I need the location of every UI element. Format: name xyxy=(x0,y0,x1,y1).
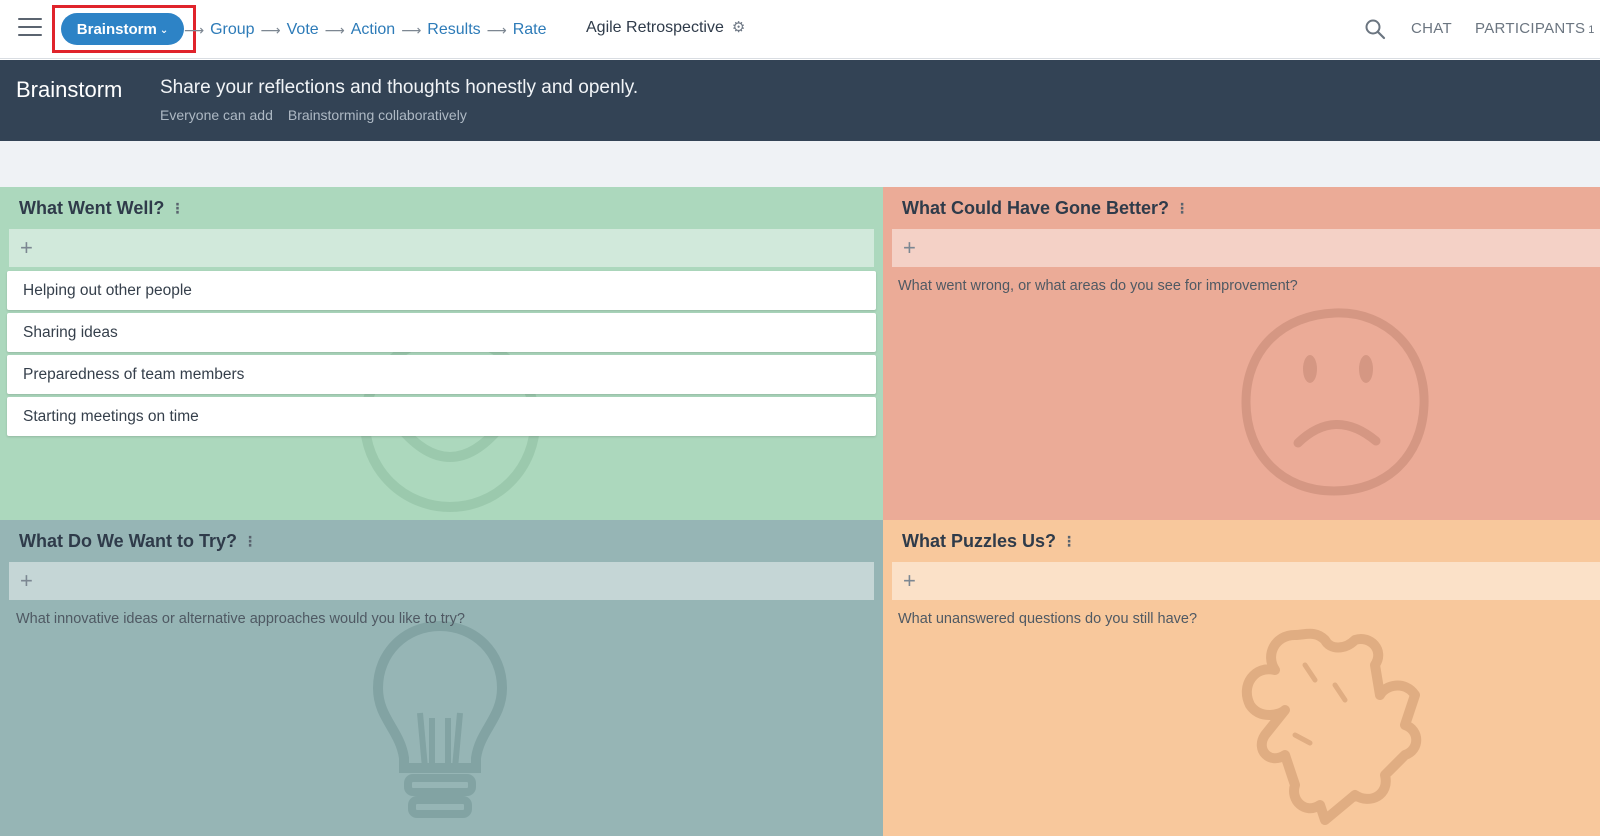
retrospective-title: Agile Retrospective ⚙ xyxy=(586,19,746,37)
sad-face-icon xyxy=(1241,308,1429,496)
chat-button[interactable]: CHAT xyxy=(1411,20,1452,37)
banner-meta-mode: Brainstorming collaboratively xyxy=(287,107,467,123)
arrow-icon: ⟶ xyxy=(260,21,281,38)
phase-banner: Brainstorm Share your reflections and th… xyxy=(0,60,1600,141)
phase-results[interactable]: Results xyxy=(427,21,480,39)
column-prompt: What went wrong, or what areas do you se… xyxy=(898,278,1298,294)
add-item-button[interactable]: + xyxy=(9,229,874,267)
card-item[interactable]: Preparedness of team members xyxy=(7,355,876,394)
phase-action[interactable]: Action xyxy=(351,21,395,39)
column-what-went-well: What Went Well? ⋮ + Helping out other pe… xyxy=(0,187,883,520)
banner-meta: Everyone can add Brainstorming collabora… xyxy=(160,107,467,123)
phase-vote[interactable]: Vote xyxy=(287,21,319,39)
column-prompt: What unanswered questions do you still h… xyxy=(898,611,1198,627)
column-title: What Went Well? ⋮ xyxy=(19,198,184,219)
kebab-menu-icon[interactable]: ⋮ xyxy=(243,533,257,550)
column-title: What Do We Want to Try? ⋮ xyxy=(19,531,257,552)
add-item-button[interactable]: + xyxy=(9,562,874,600)
kebab-menu-icon[interactable]: ⋮ xyxy=(1175,200,1189,217)
plus-icon: + xyxy=(903,568,916,593)
add-item-button[interactable]: + xyxy=(892,562,1600,600)
column-title-text: What Went Well? xyxy=(19,198,165,218)
lightbulb-icon xyxy=(372,620,508,818)
column-prompt: What innovative ideas or alternative app… xyxy=(16,611,465,627)
column-what-puzzles-us: What Puzzles Us? ⋮ + What unanswered que… xyxy=(883,520,1600,836)
arrow-icon: ⟶ xyxy=(324,21,345,38)
column-what-could-have-gone-better: What Could Have Gone Better? ⋮ + What we… xyxy=(883,187,1600,520)
banner-meta-permission: Everyone can add xyxy=(160,107,273,123)
add-item-button[interactable]: + xyxy=(892,229,1600,267)
hamburger-menu-icon[interactable] xyxy=(18,18,42,38)
participants-button[interactable]: PARTICIPANTS 1 xyxy=(1475,20,1595,37)
plus-icon: + xyxy=(20,568,33,593)
phase-stepper: ⟶ Group ⟶ Vote ⟶ Action ⟶ Results ⟶ Rate xyxy=(184,19,547,41)
chevron-down-icon: ⌄ xyxy=(159,24,169,36)
column-title-text: What Do We Want to Try? xyxy=(19,531,237,551)
puzzle-piece-icon xyxy=(1241,628,1422,825)
gear-icon[interactable]: ⚙ xyxy=(732,20,746,35)
participants-label: PARTICIPANTS xyxy=(1475,20,1586,37)
card-item[interactable]: Sharing ideas xyxy=(7,313,876,352)
kebab-menu-icon[interactable]: ⋮ xyxy=(170,200,184,217)
board-spacer xyxy=(0,141,1600,187)
column-title-text: What Puzzles Us? xyxy=(902,531,1057,551)
banner-description: Share your reflections and thoughts hone… xyxy=(160,77,639,98)
arrow-icon: ⟶ xyxy=(184,21,205,38)
plus-icon: + xyxy=(903,235,916,260)
search-icon[interactable] xyxy=(1364,18,1386,40)
card-item[interactable]: Starting meetings on time xyxy=(7,397,876,436)
card-list: Helping out other people Sharing ideas P… xyxy=(7,271,876,439)
column-title-text: What Could Have Gone Better? xyxy=(902,198,1170,218)
participants-count: 1 xyxy=(1588,24,1595,36)
phase-group[interactable]: Group xyxy=(210,21,254,39)
retrospective-title-text: Agile Retrospective xyxy=(586,19,724,36)
phase-rate[interactable]: Rate xyxy=(513,21,547,39)
current-phase-label: Brainstorm xyxy=(76,20,157,38)
column-title: What Puzzles Us? ⋮ xyxy=(902,531,1076,552)
card-item[interactable]: Helping out other people xyxy=(7,271,876,310)
top-navigation: Brainstorm ⌄ ⟶ Group ⟶ Vote ⟶ Action ⟶ R… xyxy=(0,0,1600,59)
current-phase-dropdown[interactable]: Brainstorm ⌄ xyxy=(61,13,184,45)
column-title: What Could Have Gone Better? ⋮ xyxy=(902,198,1189,219)
plus-icon: + xyxy=(20,235,33,260)
column-what-do-we-want-to-try: What Do We Want to Try? ⋮ + What innovat… xyxy=(0,520,883,836)
arrow-icon: ⟶ xyxy=(401,21,422,38)
kebab-menu-icon[interactable]: ⋮ xyxy=(1062,533,1076,550)
arrow-icon: ⟶ xyxy=(486,21,507,38)
banner-title: Brainstorm xyxy=(16,77,123,102)
